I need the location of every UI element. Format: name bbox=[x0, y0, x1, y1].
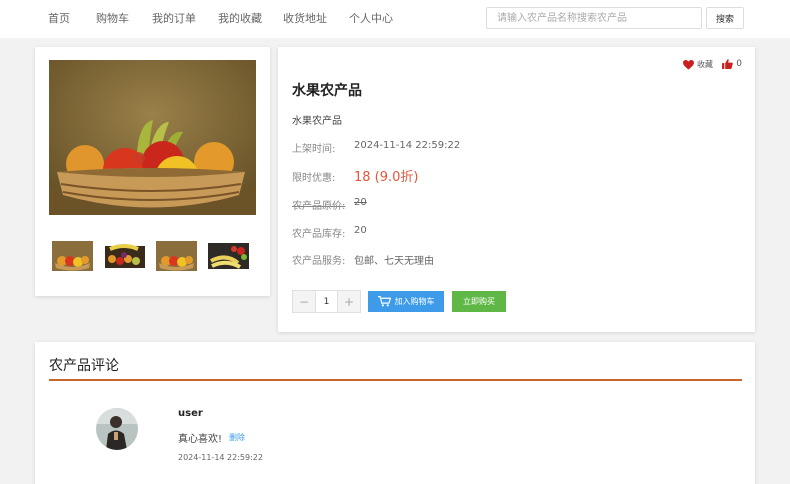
nav-favorites[interactable]: 我的收藏 bbox=[218, 10, 283, 26]
original-price-value: 20 bbox=[354, 197, 367, 208]
nav-cart[interactable]: 购物车 bbox=[96, 10, 152, 26]
listing-time-value: 2024-11-14 22:59:22 bbox=[354, 140, 461, 151]
review-username: user bbox=[178, 408, 203, 419]
add-to-cart-button[interactable]: 加入购物车 bbox=[368, 291, 444, 312]
thumbnail-strip bbox=[52, 241, 260, 271]
listing-time-label: 上架时间: bbox=[292, 144, 336, 155]
service-value: 包邮、七天无理由 bbox=[354, 256, 434, 267]
nav-orders[interactable]: 我的订单 bbox=[152, 10, 218, 26]
search-button[interactable]: 搜索 bbox=[706, 7, 744, 29]
reviews-divider bbox=[49, 379, 742, 381]
favorite-label: 收藏 bbox=[697, 60, 713, 69]
reviews-title: 农产品评论 bbox=[49, 358, 119, 374]
favorite-button[interactable]: 收藏 bbox=[683, 59, 713, 70]
increase-button[interactable]: + bbox=[338, 291, 360, 312]
quantity-input[interactable]: 1 bbox=[315, 291, 338, 312]
service-label: 农产品服务: bbox=[292, 256, 346, 267]
heart-icon bbox=[683, 59, 694, 70]
avatar bbox=[96, 408, 138, 450]
original-price-label: 农产品原价: bbox=[292, 201, 346, 212]
thumbnail-4[interactable] bbox=[208, 241, 249, 271]
service-row: 农产品服务: 包邮、七天无理由 bbox=[292, 252, 434, 267]
nav-profile[interactable]: 个人中心 bbox=[349, 10, 409, 26]
stock-row: 农产品库存: 20 bbox=[292, 225, 367, 240]
add-to-cart-label: 加入购物车 bbox=[394, 297, 435, 306]
thumbnail-1[interactable] bbox=[52, 241, 93, 271]
cart-icon bbox=[377, 296, 391, 307]
thumbnail-2[interactable] bbox=[104, 241, 145, 271]
discount-price-row: 限时优惠: 18 (9.0折) bbox=[292, 169, 419, 185]
discount-price-value: 18 (9.0折) bbox=[354, 170, 419, 185]
thumbnail-3[interactable] bbox=[156, 241, 197, 271]
like-count: 0 bbox=[736, 59, 742, 69]
reviews-section: 农产品评论 user 真心喜欢! 删除 2024-11-14 22:59:22 bbox=[35, 342, 755, 484]
discount-price-label: 限时优惠: bbox=[292, 173, 336, 184]
like-button[interactable]: 0 bbox=[722, 59, 742, 69]
product-title: 水果农产品 bbox=[292, 83, 362, 99]
listing-time-row: 上架时间: 2024-11-14 22:59:22 bbox=[292, 140, 460, 155]
decrease-button[interactable]: − bbox=[293, 291, 315, 312]
stock-label: 农产品库存: bbox=[292, 229, 346, 240]
thumbs-up-icon bbox=[722, 59, 734, 69]
product-info-card: 收藏 0 水果农产品 水果农产品 上架时间: 2024-11-14 22:59:… bbox=[278, 47, 755, 332]
main-nav: 首页 购物车 我的订单 我的收藏 收货地址 个人中心 bbox=[48, 0, 409, 36]
quantity-stepper: − 1 + bbox=[292, 290, 361, 313]
nav-address[interactable]: 收货地址 bbox=[283, 10, 349, 26]
stock-value: 20 bbox=[354, 225, 367, 236]
delete-review-link[interactable]: 删除 bbox=[229, 432, 245, 443]
top-navbar: 首页 购物车 我的订单 我的收藏 收货地址 个人中心 搜索 bbox=[0, 0, 790, 38]
original-price-row: 农产品原价: 20 bbox=[292, 197, 367, 212]
nav-home[interactable]: 首页 bbox=[48, 10, 96, 26]
product-gallery bbox=[35, 47, 270, 296]
search-input[interactable] bbox=[486, 7, 702, 29]
product-subtitle: 水果农产品 bbox=[292, 116, 342, 127]
review-text: 真心喜欢! bbox=[178, 434, 223, 445]
product-main-image bbox=[49, 60, 256, 215]
buy-now-button[interactable]: 立即购买 bbox=[452, 291, 506, 312]
review-timestamp: 2024-11-14 22:59:22 bbox=[178, 453, 263, 462]
